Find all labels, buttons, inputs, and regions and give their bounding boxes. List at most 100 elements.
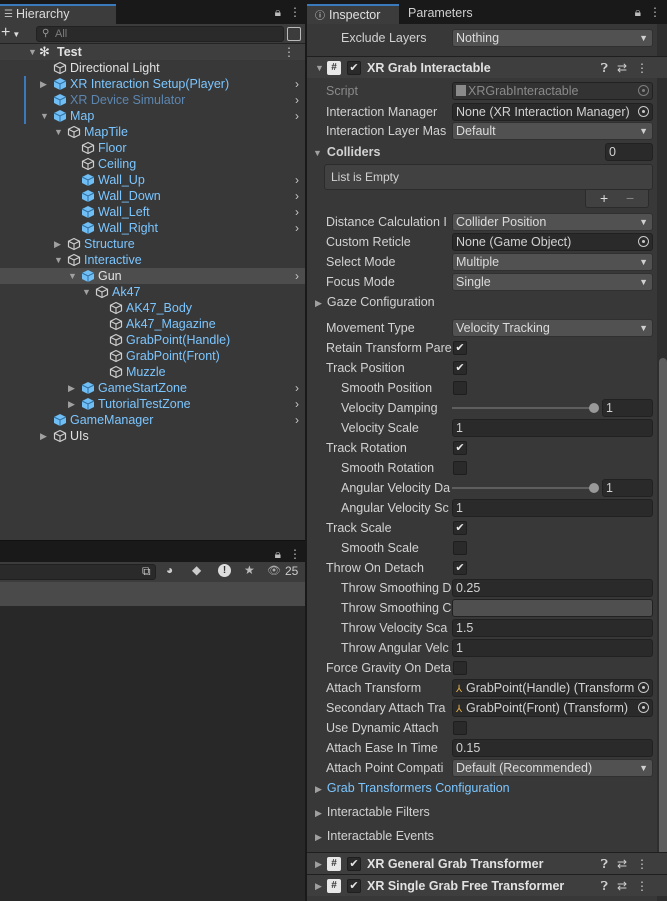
chevron-right-icon[interactable]: › [295,268,299,284]
exclude-layers-dropdown[interactable]: Nothing ▼ [452,29,653,47]
scene-more-icon[interactable]: ⋮ [283,44,295,60]
gaze-config-foldout[interactable]: ▶ Gaze Configuration [315,293,435,311]
throw-velocity-scale-field[interactable]: 1.5 [452,619,653,637]
colliders-count-field[interactable]: 0 [605,143,653,161]
track-rotation-checkbox[interactable]: ✔ [453,441,467,455]
favorite-star-icon[interactable]: ★ [244,563,255,577]
lock-icon[interactable]: 🔒︎ [275,5,281,19]
scene-row[interactable]: ▼ ✻ Test ⋮ [0,44,305,60]
throw-angular-velocity-field[interactable]: 1 [452,639,653,657]
select-mode-dropdown[interactable]: Multiple ▼ [452,253,653,271]
tab-hierarchy[interactable]: ☰ Hierarchy [0,4,116,24]
hierarchy-item[interactable]: ▼ Gun › [0,268,305,284]
add-button[interactable]: + ▼ [1,24,20,44]
hierarchy-item[interactable]: GrabPoint(Front) [0,348,305,364]
object-picker-icon[interactable] [638,702,649,713]
project-search-input[interactable] [0,564,156,580]
expand-arrow-icon[interactable]: ▶ [40,76,50,92]
hierarchy-item[interactable]: Wall_Right › [0,220,305,236]
chevron-right-icon[interactable]: › [295,188,299,204]
hierarchy-item[interactable]: Wall_Up › [0,172,305,188]
hierarchy-item[interactable]: ▶ GameStartZone › [0,380,305,396]
scrollbar-thumb[interactable] [659,358,667,873]
comp2-header[interactable]: ▶ # ✔ XR General Grab Transformer ❓︎⇄⋮ [307,852,667,874]
focus-mode-dropdown[interactable]: Single ▼ [452,273,653,291]
hierarchy-item[interactable]: Floor [0,140,305,156]
warning-icon[interactable]: ! [218,564,231,577]
lock-icon[interactable]: 🔒︎ [635,5,641,19]
hidden-eye-icon[interactable]: 👁︎ [267,564,281,577]
help-icon[interactable]: ❓︎ [601,857,617,871]
slider-knob[interactable] [589,403,599,413]
expand-arrow-icon[interactable]: ▼ [54,124,64,140]
help-icon[interactable]: ❓︎ [601,879,617,893]
velocity-scale-field[interactable]: 1 [452,419,653,437]
hierarchy-item[interactable]: ▶ Structure [0,236,305,252]
expand-arrow-icon[interactable]: ▶ [315,853,322,875]
hierarchy-item[interactable]: ▶ UIs [0,428,305,444]
secondary-attach-field[interactable]: ⅄ GrabPoint(Front) (Transform) [452,699,653,717]
hierarchy-item[interactable]: Directional Light [0,60,305,76]
hierarchy-item[interactable]: Muzzle [0,364,305,380]
hierarchy-item[interactable]: Wall_Down › [0,188,305,204]
project-selected-row[interactable] [0,582,305,606]
chevron-right-icon[interactable]: › [295,396,299,412]
lock-icon[interactable]: 🔒︎ [275,547,281,561]
slider-knob[interactable] [589,483,599,493]
throw-smoothing-duration-field[interactable]: 0.25 [452,579,653,597]
track-position-checkbox[interactable]: ✔ [453,361,467,375]
smooth-rotation-checkbox[interactable] [453,461,467,475]
tab-parameters[interactable]: Parameters [408,4,473,24]
component-enable-checkbox[interactable]: ✔ [347,857,361,871]
more-options-icon[interactable]: ⋮ [289,5,301,19]
hierarchy-item[interactable]: GrabPoint(Handle) [0,332,305,348]
chevron-right-icon[interactable]: › [295,172,299,188]
hierarchy-item[interactable]: GameManager › [0,412,305,428]
chevron-right-icon[interactable]: › [295,220,299,236]
hierarchy-item[interactable]: ▶ XR Interaction Setup(Player) › [0,76,305,92]
expand-arrow-icon[interactable]: ▶ [315,875,322,897]
interactable-filters-foldout[interactable]: ▶ Interactable Filters [315,803,430,821]
object-picker-icon[interactable] [638,682,649,693]
expand-arrow-icon[interactable]: ▶ [40,428,50,444]
angular-velocity-damping-value-field[interactable]: 1 [602,479,653,497]
force-gravity-checkbox[interactable] [453,661,467,675]
interactable-events-foldout[interactable]: ▶ Interactable Events [315,827,434,845]
chevron-right-icon[interactable]: › [295,412,299,428]
distance-calc-dropdown[interactable]: Collider Position ▼ [452,213,653,231]
chevron-right-icon[interactable]: › [295,204,299,220]
collapse-arrow-icon[interactable]: ▼ [315,57,324,79]
interaction-manager-field[interactable]: None (XR Interaction Manager) [452,103,653,121]
chevron-right-icon[interactable]: › [295,92,299,108]
velocity-damping-value-field[interactable]: 1 [602,399,653,417]
expand-arrow-icon[interactable]: ▼ [28,44,38,60]
hierarchy-item[interactable]: ▼ Map › [0,108,305,124]
component-menu-icon[interactable]: ⋮ [636,61,657,75]
track-scale-checkbox[interactable]: ✔ [453,521,467,535]
attach-point-compat-dropdown[interactable]: Default (Recommended) ▼ [452,759,653,777]
filter-by-type-icon[interactable]: ◕ [166,563,173,577]
angular-velocity-damping-slider[interactable] [452,487,597,489]
hierarchy-item[interactable]: ▼ Interactive [0,252,305,268]
expand-arrow-icon[interactable]: ▼ [40,108,50,124]
angular-velocity-scale-field[interactable]: 1 [452,499,653,517]
hierarchy-search-input[interactable]: ⚲ All [36,26,284,42]
hierarchy-item[interactable]: AK47_Body [0,300,305,316]
tab-inspector[interactable]: ⓘ Inspector [307,4,399,24]
smooth-position-checkbox[interactable] [453,381,467,395]
presets-icon[interactable]: ⇄ [617,857,636,871]
expand-arrow-icon[interactable]: ▼ [82,284,92,300]
more-options-icon[interactable]: ⋮ [289,547,301,561]
tag-icon[interactable]: ◆ [192,563,201,577]
hierarchy-item[interactable]: Ak47_Magazine [0,316,305,332]
component-enable-checkbox[interactable]: ✔ [347,879,361,893]
velocity-damping-slider[interactable] [452,407,597,409]
attach-ease-field[interactable]: 0.15 [452,739,653,757]
custom-reticle-field[interactable]: None (Game Object) [452,233,653,251]
expand-arrow-icon[interactable]: ▼ [68,268,78,284]
chevron-right-icon[interactable]: › [295,380,299,396]
hierarchy-item[interactable]: Wall_Left › [0,204,305,220]
help-icon[interactable]: ❓︎ [601,61,617,75]
interaction-layer-mask-dropdown[interactable]: Default ▼ [452,122,653,140]
hierarchy-item[interactable]: ▶ TutorialTestZone › [0,396,305,412]
